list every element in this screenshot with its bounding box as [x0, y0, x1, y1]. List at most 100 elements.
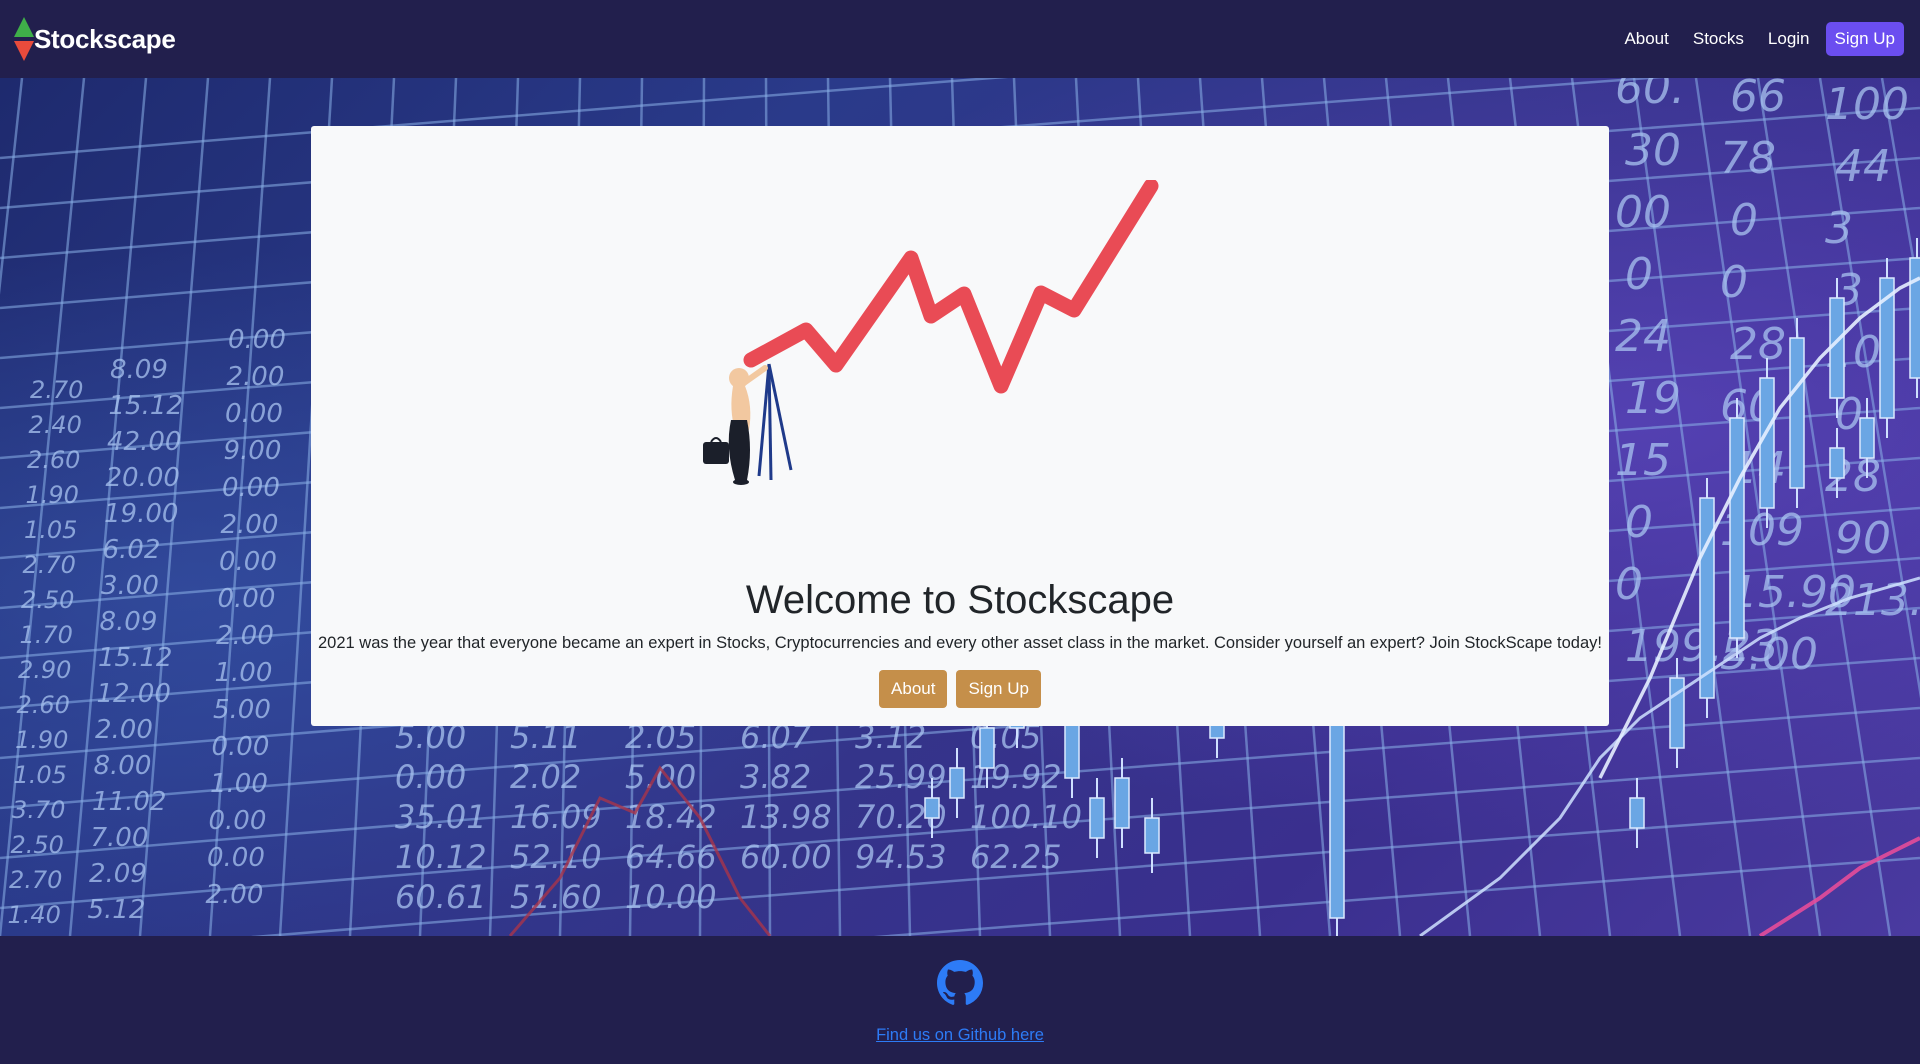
background-number: 2.00	[216, 621, 274, 651]
background-number: 3.00	[101, 571, 159, 601]
background-number: 2.50	[21, 586, 74, 614]
investor-telescope-chart-illustration	[703, 180, 1159, 485]
background-number: 42.00	[107, 427, 181, 457]
github-link[interactable]: Find us on Github here	[0, 1026, 1920, 1045]
candlestick-body	[1759, 377, 1775, 509]
background-number: 2.00	[221, 510, 279, 540]
background-number: 52.10	[510, 838, 602, 876]
background-number: 78	[1720, 133, 1776, 184]
candlestick-body	[1629, 797, 1645, 829]
background-number: 24	[1615, 311, 1671, 362]
hero-title: Welcome to Stockscape	[745, 578, 1175, 622]
hero-signup-button[interactable]: Sign Up	[956, 670, 1041, 708]
background-number: 1.00	[215, 658, 273, 688]
background-number: 0.00	[395, 758, 466, 796]
background-number: 9.00	[224, 436, 282, 466]
background-number: 0.00	[209, 806, 267, 836]
background-number: 2.60	[17, 691, 70, 719]
background-number: 100	[1825, 79, 1909, 130]
background-number: 5.00	[625, 758, 696, 796]
background-number: 44	[1835, 141, 1891, 192]
background-number: 66	[1730, 78, 1786, 122]
background-number: 8.09	[110, 355, 168, 385]
background-number: 0.00	[207, 843, 265, 873]
background-number: 15.12	[109, 391, 183, 421]
background-number: 0	[1625, 249, 1653, 300]
candlestick-body	[1789, 337, 1805, 489]
background-number: 8.09	[100, 607, 158, 637]
background-number: 3.70	[12, 796, 65, 824]
background-number: 1.40	[8, 901, 61, 929]
hero-section: 2.70 2.40 2.60 1.90 1.05 2.70 2.50 1.70 2.90 2.60…	[0, 78, 1920, 936]
welcome-card: Welcome to Stockscape 2021 was the year …	[311, 126, 1609, 726]
background-number: 16.09	[510, 798, 602, 836]
background-number: 0	[1730, 195, 1758, 246]
background-number: 2.60	[27, 446, 80, 474]
background-number: 30	[1625, 125, 1681, 176]
background-number: 2.70	[23, 551, 76, 579]
background-number: 5.12	[88, 895, 146, 925]
background-number: 1.05	[14, 761, 67, 789]
candlestick-body	[1859, 417, 1875, 459]
background-number: 28	[1730, 319, 1786, 370]
background-number: 5.00	[213, 695, 271, 725]
background-number: 90	[1835, 513, 1891, 564]
background-number: 1.70	[20, 621, 73, 649]
background-number: 00	[1615, 187, 1671, 238]
background-number: 2.02	[510, 758, 581, 796]
hero-about-button[interactable]: About	[879, 670, 948, 708]
background-number: 3	[1825, 203, 1853, 254]
nav-stocks-link[interactable]: Stocks	[1681, 21, 1756, 57]
background-number: 15	[1615, 435, 1671, 486]
hero-tagline: 2021 was the year that everyone became a…	[317, 634, 1602, 652]
background-number: 0.00	[225, 399, 283, 429]
background-number: 0.00	[212, 732, 270, 762]
candlestick-body	[924, 797, 940, 819]
background-number: 10.00	[625, 878, 717, 916]
background-number: 12.00	[97, 679, 171, 709]
background-number: 11.02	[92, 787, 166, 817]
background-number: 1.90	[26, 481, 79, 509]
background-number: 15.12	[98, 643, 172, 673]
background-number: 19	[1625, 373, 1681, 424]
background-number: 7.00	[91, 823, 149, 853]
background-number: 20.00	[106, 463, 180, 493]
background-number: 94.53	[855, 838, 947, 876]
candlestick-body	[1089, 797, 1105, 839]
background-number: 2.00	[206, 880, 264, 910]
background-number: 2.90	[18, 656, 71, 684]
hero-cta-row: About Sign Up	[311, 670, 1609, 708]
navbar: Stockscape About Stocks Login Sign Up	[0, 0, 1920, 78]
background-number: 2.70	[30, 376, 83, 404]
background-number: 100.10	[970, 798, 1082, 836]
background-number: 2.40	[29, 411, 82, 439]
nav-about-link[interactable]: About	[1612, 21, 1680, 57]
background-number: 1.00	[210, 769, 268, 799]
candlestick-body	[1114, 777, 1130, 829]
candlestick-body	[1699, 497, 1715, 699]
background-number: 0	[1720, 257, 1748, 308]
background-number: 2.70	[9, 866, 62, 894]
nav-login-link[interactable]: Login	[1756, 21, 1822, 57]
background-number: 6.02	[103, 535, 161, 565]
background-number: 2.09	[89, 859, 147, 889]
candlestick-body	[949, 767, 965, 799]
background-number: 0	[1615, 559, 1643, 610]
background-number: 1.90	[15, 726, 68, 754]
background-number: 3.82	[740, 758, 811, 796]
candlestick-body	[1064, 717, 1080, 779]
candlestick-body	[1909, 257, 1920, 379]
background-number: 0.00	[228, 325, 286, 355]
background-number: 0.00	[219, 547, 277, 577]
github-icon[interactable]	[937, 960, 983, 1006]
stockscape-logo-icon	[14, 17, 34, 61]
brand-link[interactable]: Stockscape	[12, 15, 176, 63]
background-number: 35.01	[395, 798, 487, 836]
nav-signup-button[interactable]: Sign Up	[1825, 22, 1904, 56]
background-number: 64.66	[625, 838, 717, 876]
background-number: 2.00	[95, 715, 153, 745]
background-number: 60.61	[395, 878, 487, 916]
background-number: 2.50	[11, 831, 64, 859]
background-number: 0.00	[218, 584, 276, 614]
footer: Find us on Github here	[0, 936, 1920, 1064]
